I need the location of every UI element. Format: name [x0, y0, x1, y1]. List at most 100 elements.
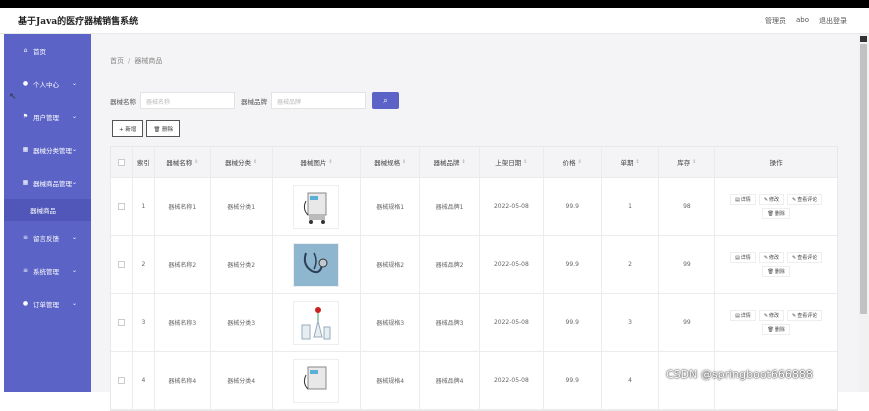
sort-icon: ⇕: [328, 159, 333, 165]
col-name[interactable]: 器械名称 ⇕: [155, 147, 211, 177]
detail-button[interactable]: ▤ 详情: [730, 310, 756, 321]
add-button[interactable]: + 新增: [112, 120, 144, 137]
breadcrumb-current: 器械商品: [134, 57, 163, 65]
cell-brand: 器械品牌4: [420, 352, 480, 409]
search-button[interactable]: ⌕: [372, 92, 399, 109]
user-icon: ●: [22, 80, 29, 87]
table-row: 4 器械名称4 器械分类4 器械规格4 器械品牌4 2022-05-08 99.…: [111, 352, 837, 410]
scrollbar-thumb[interactable]: [860, 44, 867, 314]
review-button[interactable]: ✎ 查看评论: [787, 252, 823, 263]
user-name: abo: [795, 15, 809, 24]
cell-stock: 98: [659, 178, 716, 235]
cell-period: 1: [602, 178, 660, 235]
cell-category: 器械分类3: [211, 294, 273, 351]
sidebar-item-orders[interactable]: ● 订单管理 ⌄: [4, 287, 91, 320]
mouse-cursor-icon: ↖: [9, 92, 17, 102]
table-row: 2 器械名称2 器械分类2 器械规格2 器械品牌2 2022-05-08 99.…: [111, 236, 837, 294]
review-button[interactable]: ✎ 查看评论: [787, 194, 823, 205]
sidebar-item-label: 个人中心: [33, 80, 59, 89]
row-delete-button[interactable]: 🗑 删除: [762, 266, 790, 277]
sidebar-item-users[interactable]: ⚑ 用户管理 ⌄: [4, 100, 91, 133]
breadcrumb: 首页 / 器械商品: [110, 56, 162, 66]
main-content: 首页 / 器械商品 器械名称 器械名称 器械品牌 器械品牌 ⌕ + 新增 🗑 删除 …: [91, 34, 858, 411]
col-spec[interactable]: 器械规格 ⇕: [361, 147, 421, 177]
detail-button[interactable]: ▤ 详情: [730, 194, 756, 205]
delete-button[interactable]: 🗑 删除: [146, 120, 181, 137]
sidebar-item-label: 首页: [33, 47, 46, 56]
col-image[interactable]: 器械图片 ⇕: [273, 147, 362, 177]
brand-search-input[interactable]: 器械品牌: [271, 92, 366, 109]
table-row: 3 器械名称3 器械分类3 器械规格3 器械品牌3 2022-05-08 99.…: [111, 294, 837, 352]
logout-link[interactable]: 退出登录: [819, 16, 847, 26]
cell-period: 4: [602, 352, 660, 409]
sidebar-subitem-products[interactable]: 器械商品: [4, 199, 91, 221]
name-search-input[interactable]: 器械名称: [140, 92, 235, 109]
pin-icon: ●: [22, 300, 29, 307]
cell-index: 3: [133, 294, 155, 351]
edit-icon: ✎: [763, 254, 769, 261]
sort-icon: ⇕: [194, 159, 199, 165]
sidebar-item-system[interactable]: ≡ 系统管理 ⌄: [4, 254, 91, 287]
sidebar-item-profile[interactable]: ● 个人中心 ⌄: [4, 67, 91, 100]
cell-category: 器械分类2: [211, 236, 273, 293]
page-scrollbar[interactable]: [858, 34, 869, 392]
list-icon: ≡: [22, 267, 29, 274]
sort-icon: ⇕: [402, 159, 407, 165]
chevron-down-icon: ⌄: [71, 179, 77, 186]
row-checkbox[interactable]: [117, 319, 125, 326]
review-button[interactable]: ✎ 查看评论: [787, 310, 823, 321]
edit-button[interactable]: ✎ 修改: [758, 310, 785, 321]
sort-icon: ⇕: [523, 159, 528, 165]
edit-button[interactable]: ✎ 修改: [758, 194, 785, 205]
edit-button[interactable]: ✎ 修改: [758, 252, 785, 263]
sort-icon: ⇕: [577, 159, 582, 165]
cell-price: 99.9: [544, 178, 602, 235]
col-date[interactable]: 上架日期 ⇕: [480, 147, 544, 177]
home-icon: ⌂: [23, 47, 28, 54]
breadcrumb-separator: /: [128, 57, 131, 65]
cell-name: 器械名称2: [155, 236, 211, 293]
sidebar-item-label: 器械商品: [30, 207, 56, 215]
grid-icon: ▦: [22, 179, 29, 186]
product-image: [293, 184, 340, 229]
sidebar-item-category[interactable]: ▦ 器械分类管理 ⌄: [4, 133, 91, 166]
sidebar-item-home[interactable]: ⌂ 首页: [4, 34, 91, 67]
edit-icon: ✎: [763, 196, 769, 203]
cell-name: 器械名称1: [155, 178, 211, 235]
edit-icon: ✎: [792, 254, 797, 261]
chevron-down-icon: ⌄: [71, 234, 77, 241]
detail-button[interactable]: ▤ 详情: [730, 252, 756, 263]
col-category[interactable]: 器械分类 ⇕: [211, 147, 273, 177]
cell-category: 器械分类4: [211, 352, 273, 409]
col-price[interactable]: 价格 ⇕: [544, 147, 602, 177]
row-checkbox[interactable]: [117, 261, 125, 268]
search-bar: 器械名称 器械名称 器械品牌 器械品牌 ⌕: [110, 92, 399, 109]
top-strip: [0, 0, 869, 8]
row-delete-button[interactable]: 🗑 删除: [762, 324, 790, 335]
sidebar-item-feedback[interactable]: ≡ 留言反馈 ⌄: [4, 221, 91, 254]
col-brand[interactable]: 器械品牌 ⇕: [420, 147, 480, 177]
col-period[interactable]: 单期 ⇕: [602, 147, 660, 177]
sort-icon: ⇕: [461, 159, 466, 165]
row-delete-button[interactable]: 🗑 删除: [762, 208, 790, 219]
trash-icon: 🗑: [767, 268, 774, 275]
product-image: [293, 242, 340, 287]
chevron-down-icon: ⌄: [71, 113, 77, 120]
select-all-checkbox[interactable]: [117, 158, 125, 166]
cell-date: 2022-05-08: [480, 352, 544, 409]
trash-icon: 🗑: [767, 210, 774, 217]
scroll-up-arrow[interactable]: [860, 36, 867, 42]
cell-name: 器械名称4: [155, 352, 211, 409]
row-checkbox[interactable]: [117, 377, 125, 384]
col-ops: 操作: [769, 159, 783, 167]
row-checkbox[interactable]: [117, 203, 125, 210]
brand-search-label: 器械品牌: [241, 97, 267, 106]
col-stock[interactable]: 库存 ⇕: [659, 147, 716, 177]
cell-category: 器械分类1: [211, 178, 273, 235]
breadcrumb-home[interactable]: 首页: [110, 57, 124, 65]
sidebar-item-products[interactable]: ▦ 器械商品管理 ⌄: [4, 166, 91, 199]
product-image: [293, 358, 340, 403]
table-header: 索引 器械名称 ⇕ 器械分类 ⇕ 器械图片 ⇕ 器械规格 ⇕ 器械品牌 ⇕ 上架日期 ⇕ 价…: [111, 147, 837, 178]
edit-icon: ✎: [763, 312, 769, 319]
cell-price: 99.9: [544, 236, 602, 293]
